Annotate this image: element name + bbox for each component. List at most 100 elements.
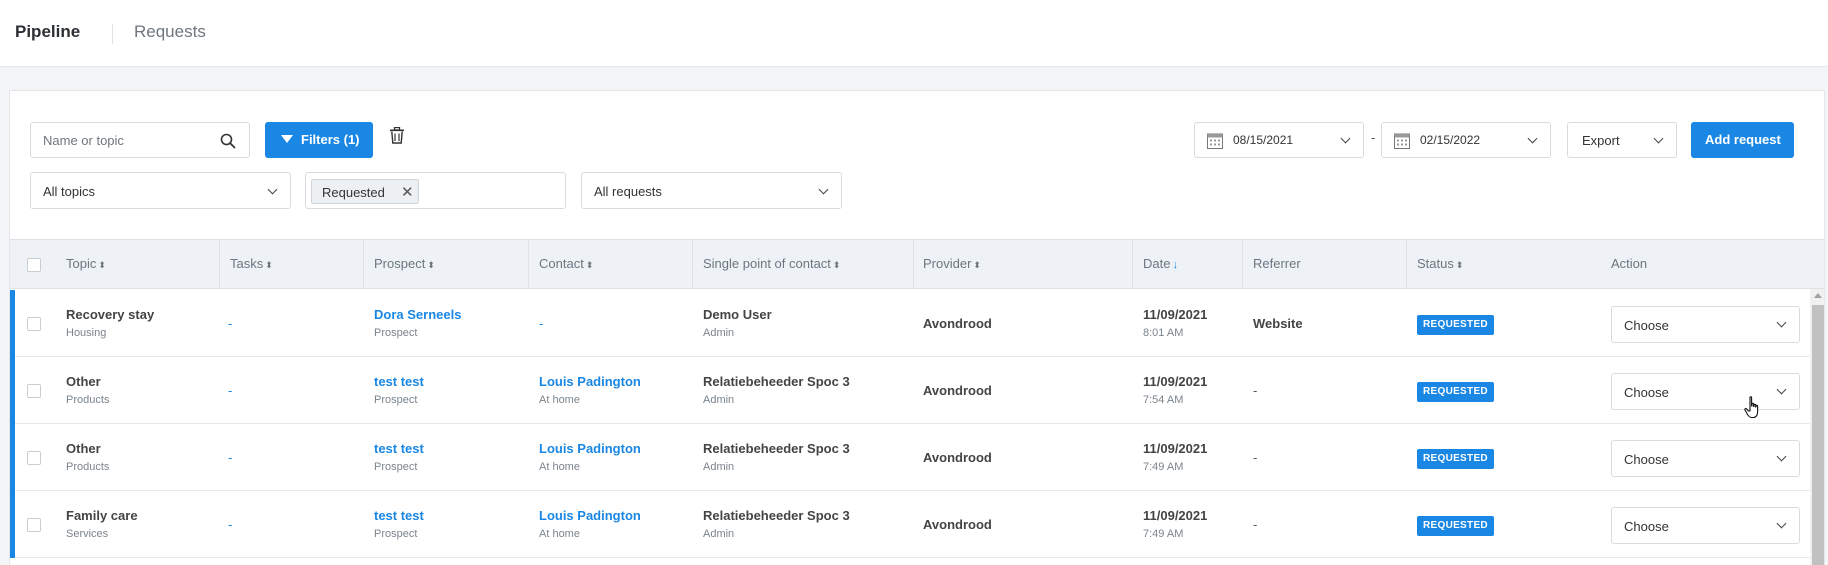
date-from-value: 08/15/2021 [1233, 133, 1294, 147]
tasks-link[interactable]: - [228, 316, 232, 331]
status-badge: REQUESTED [1417, 449, 1494, 469]
tasks-link[interactable]: - [228, 517, 232, 532]
date-separator: - [1371, 130, 1376, 145]
request-time: 7:49 AM [1143, 528, 1184, 540]
action-select[interactable]: Choose [1611, 306, 1800, 343]
spoc-name: Demo User [703, 307, 772, 322]
action-select[interactable]: Choose [1611, 373, 1800, 410]
add-request-button[interactable]: Add request [1691, 122, 1794, 158]
breadcrumb-requests[interactable]: Requests [134, 22, 206, 42]
chevron-down-icon [1776, 518, 1787, 529]
column-divider [363, 240, 364, 289]
topics-select[interactable]: All topics [30, 172, 291, 209]
action-value: Choose [1624, 452, 1669, 467]
add-request-label: Add request [1705, 132, 1781, 147]
column-header-status[interactable]: Status ⬍ [1417, 256, 1463, 271]
row-accent-bar [10, 290, 15, 357]
provider-name: Avondrood [923, 383, 992, 398]
column-divider [528, 240, 529, 289]
referrer-value: Website [1253, 316, 1303, 331]
divider [112, 24, 113, 44]
requests-value: All requests [594, 184, 662, 199]
sort-icon: ⬍ [1455, 260, 1464, 270]
chevron-down-icon [1340, 133, 1351, 144]
topic-title: Family care [66, 508, 138, 523]
contact-link[interactable]: - [539, 316, 543, 331]
chevron-down-icon [818, 184, 829, 195]
prospect-link[interactable]: test test [374, 374, 424, 389]
action-value: Choose [1624, 385, 1669, 400]
table-row[interactable]: Other Products - test test Prospect Louis Pad… [10, 424, 1810, 491]
row-checkbox[interactable] [27, 317, 41, 331]
column-header-referrer: Referrer [1253, 256, 1301, 271]
request-date: 11/09/2021 [1143, 441, 1208, 456]
action-value: Choose [1624, 318, 1669, 333]
row-checkbox[interactable] [27, 518, 41, 532]
trash-icon[interactable] [390, 127, 404, 144]
contact-link[interactable]: Louis Padington [539, 508, 641, 523]
status-multiselect[interactable]: Requested ✕ [305, 172, 566, 209]
column-divider [692, 240, 693, 289]
column-header-contact[interactable]: Contact ⬍ [539, 256, 593, 271]
search-input[interactable]: Name or topic [30, 122, 250, 158]
table-row[interactable]: Other Products - test test Prospect Louis Pad… [10, 357, 1810, 424]
date-to-value: 02/15/2022 [1420, 133, 1481, 147]
column-header-action: Action [1611, 256, 1648, 271]
chevron-down-icon [267, 184, 278, 195]
contact-link[interactable]: Louis Padington [539, 374, 641, 389]
contact-location: At home [539, 394, 580, 406]
prospect-role: Prospect [374, 327, 418, 339]
search-icon[interactable] [220, 133, 236, 149]
table-row[interactable]: Recovery stay Housing - Dora Serneels Prospe… [10, 290, 1810, 357]
column-header-tasks[interactable]: Tasks ⬍ [230, 256, 273, 271]
scroll-up-icon[interactable] [1814, 293, 1822, 298]
action-select[interactable]: Choose [1611, 440, 1800, 477]
status-badge: REQUESTED [1417, 315, 1494, 335]
scrollbar-thumb[interactable] [1812, 305, 1824, 565]
prospect-role: Prospect [374, 461, 418, 473]
contact-link[interactable]: Louis Padington [539, 441, 641, 456]
hand-cursor-icon [1744, 396, 1759, 419]
column-header-topic[interactable]: Topic ⬍ [66, 256, 106, 271]
topic-category: Products [66, 461, 110, 473]
sort-icon: ⬍ [427, 260, 435, 270]
request-date: 11/09/2021 [1143, 374, 1208, 389]
request-date: 11/09/2021 [1143, 508, 1208, 523]
select-all-checkbox[interactable] [27, 258, 41, 272]
page-title: Pipeline [15, 22, 81, 41]
filters-button[interactable]: Filters (1) [265, 122, 373, 158]
top-bar: Pipeline Requests [0, 0, 1828, 67]
sort-icon: ⬍ [973, 260, 981, 270]
sort-icon: ⬍ [98, 260, 106, 270]
column-header-provider[interactable]: Provider ⬍ [923, 256, 981, 271]
close-icon[interactable]: ✕ [401, 183, 414, 201]
requests-select[interactable]: All requests [581, 172, 842, 209]
prospect-link[interactable]: test test [374, 441, 424, 456]
column-header-spoc[interactable]: Single point of contact ⬍ [703, 256, 840, 271]
provider-name: Avondrood [923, 450, 992, 465]
table-row[interactable]: Family care Services - test test Prospect Lou… [10, 491, 1810, 558]
calendar-icon [1394, 133, 1410, 149]
action-select[interactable]: Choose [1611, 507, 1800, 544]
row-checkbox[interactable] [27, 451, 41, 465]
referrer-value: - [1253, 517, 1258, 532]
column-header-date[interactable]: Date ↓ [1143, 256, 1178, 271]
chevron-down-icon [1776, 384, 1787, 395]
sort-icon: ⬍ [585, 260, 594, 270]
tasks-link[interactable]: - [228, 450, 232, 465]
prospect-link[interactable]: Dora Serneels [374, 307, 461, 322]
date-from-picker[interactable]: 08/15/2021 [1194, 122, 1364, 158]
tasks-link[interactable]: - [228, 383, 232, 398]
export-dropdown[interactable]: Export [1567, 122, 1677, 158]
status-badge: REQUESTED [1417, 516, 1494, 536]
spoc-role: Admin [703, 528, 735, 540]
sort-icon: ⬍ [832, 260, 841, 270]
referrer-value: - [1253, 450, 1258, 465]
search-placeholder: Name or topic [43, 133, 124, 148]
row-checkbox[interactable] [27, 384, 41, 398]
spoc-name: Relatiebeheeder Spoc 3 [703, 374, 850, 389]
date-to-picker[interactable]: 02/15/2022 [1381, 122, 1551, 158]
column-header-prospect[interactable]: Prospect ⬍ [374, 256, 435, 271]
scrollbar[interactable] [1810, 289, 1824, 565]
prospect-link[interactable]: test test [374, 508, 424, 523]
